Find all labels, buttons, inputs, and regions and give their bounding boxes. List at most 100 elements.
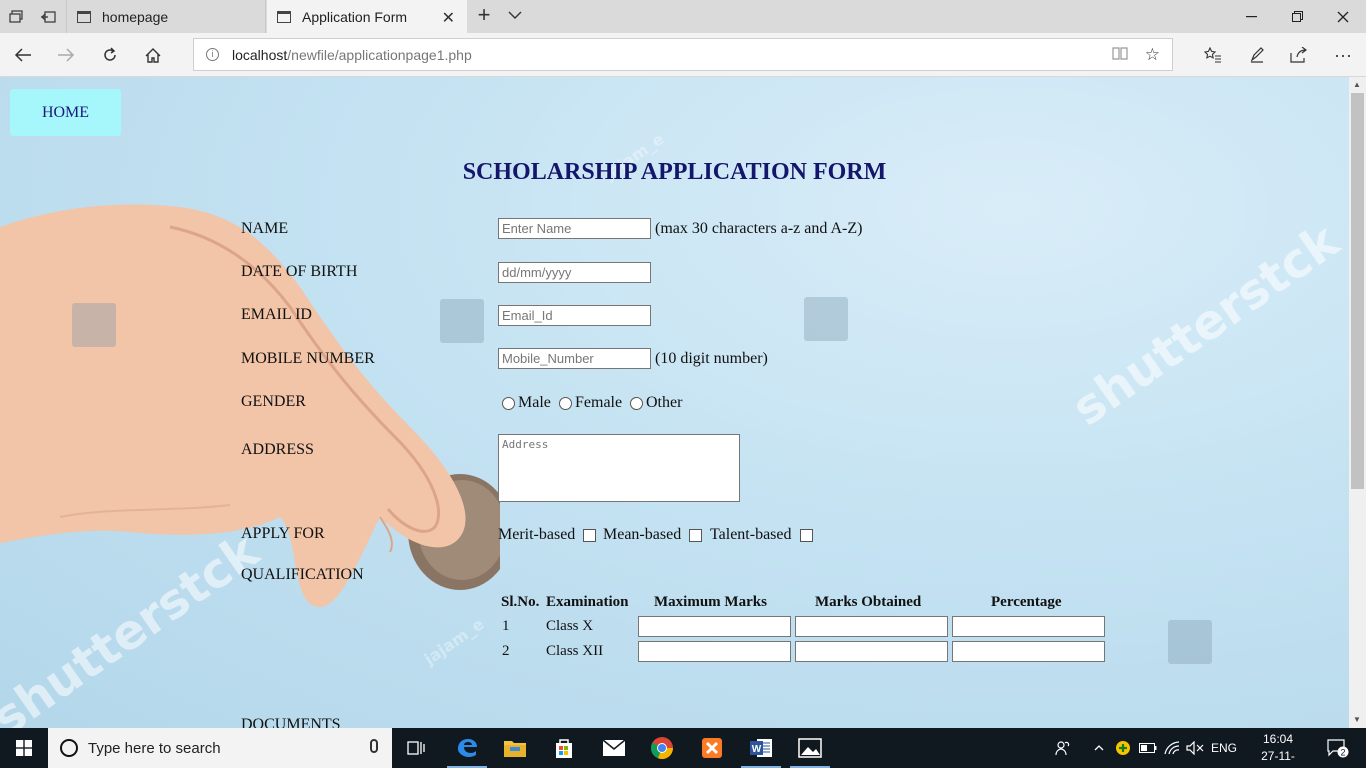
svg-text:W: W [752,744,762,755]
windows-start-icon[interactable] [0,728,48,768]
gender-option-other[interactable]: Other [630,394,682,412]
mobile-input[interactable] [498,348,651,369]
file-explorer-icon[interactable] [491,728,539,768]
class-xii-percentage-input[interactable] [952,641,1105,662]
store-icon[interactable] [540,728,588,768]
tab-homepage[interactable]: homepage [66,0,266,33]
home-icon[interactable] [135,39,171,71]
gender-option-female[interactable]: Female [559,394,622,412]
radio-button[interactable] [502,396,515,410]
edge-browser-icon[interactable] [443,728,491,768]
mail-icon[interactable] [590,728,638,768]
scrollbar-thumb[interactable] [1351,93,1364,489]
class-xii-marks-obtained-input[interactable] [795,641,948,662]
xampp-icon[interactable] [688,728,736,768]
gender-label: GENDER [241,393,306,410]
watermark-logo-icon [1168,620,1212,664]
table-cell-slno: 1 [502,618,510,634]
mobile-label: MOBILE NUMBER [241,350,375,367]
tab-label: Application Form [302,8,408,25]
table-cell-exam: Class X [546,618,594,634]
task-view-icon[interactable] [392,728,440,768]
url-text: localhost/newfile/applicationpage1.php [232,47,472,63]
battery-icon[interactable] [1137,728,1159,768]
address-textarea[interactable] [498,434,740,502]
checkbox[interactable] [799,528,813,542]
documents-label: DOCUMENTS [241,716,341,728]
taskbar-search-box[interactable]: Type here to search [48,728,392,768]
word-icon[interactable]: W [737,728,785,768]
chevron-down-icon[interactable] [505,3,525,27]
radio-button[interactable] [630,396,643,410]
back-icon[interactable] [5,39,41,71]
set-tabs-aside-icon[interactable] [32,0,64,33]
language-indicator[interactable]: ENG [1208,728,1240,768]
forward-icon[interactable] [48,39,84,71]
svg-text:2: 2 [1340,748,1345,758]
chrome-icon[interactable] [638,728,686,768]
page-scrollbar[interactable]: ▲ ▼ [1349,77,1366,728]
action-center-icon[interactable]: 2 [1320,728,1356,768]
more-icon[interactable]: ··· [1326,40,1360,70]
apply-for-label: APPLY FOR [241,525,325,542]
table-cell-exam: Class XII [546,643,604,659]
refresh-icon[interactable] [92,39,128,71]
speaker-muted-icon[interactable] [1184,728,1206,768]
radio-button[interactable] [559,396,572,410]
people-icon[interactable] [1052,728,1074,768]
class-x-percentage-input[interactable] [952,616,1105,637]
table-header: Sl.No. [501,594,540,610]
table-header: Percentage [991,594,1062,610]
gender-option-male[interactable]: Male [502,394,551,412]
url-field[interactable]: i localhost/newfile/applicationpage1.php… [193,38,1173,71]
close-window-button[interactable] [1320,0,1366,33]
page-title: SCHOLARSHIP APPLICATION FORM [462,159,887,185]
tab-application-form[interactable]: Application Form ✕ [267,0,467,33]
home-button[interactable]: HOME [10,89,121,136]
scroll-up-arrow-icon[interactable]: ▲ [1353,80,1361,89]
scroll-down-arrow-icon[interactable]: ▼ [1353,715,1361,724]
watermark-text: jajam_e [420,614,488,669]
table-header: Maximum Marks [654,594,767,610]
watermark-logo-icon [72,303,116,347]
minimize-button[interactable] [1228,0,1274,33]
tab-bar: homepage Application Form ✕ + [0,0,1366,33]
share-icon[interactable] [1282,40,1316,70]
table-header: Examination [546,594,629,610]
table-cell-slno: 2 [502,643,510,659]
cortana-icon [60,739,78,757]
info-icon[interactable]: i [206,48,219,61]
wifi-icon[interactable] [1161,728,1183,768]
class-xii-max-marks-input[interactable] [638,641,791,662]
apply-option-merit[interactable]: Merit-based [498,526,597,544]
class-x-marks-obtained-input[interactable] [795,616,948,637]
apply-option-talent[interactable]: Talent-based [710,526,813,544]
new-tab-icon[interactable]: + [472,2,496,28]
reading-view-icon[interactable] [1112,46,1128,65]
dob-input[interactable] [498,262,651,283]
name-input[interactable] [498,218,651,239]
tab-actions-icon[interactable] [0,0,32,33]
taskbar-clock[interactable]: 16:04 27-11-2019 [1248,731,1308,768]
qualification-label: QUALIFICATION [241,566,364,583]
close-tab-icon[interactable]: ✕ [442,8,455,28]
checkbox[interactable] [583,528,597,542]
class-x-max-marks-input[interactable] [638,616,791,637]
email-label: EMAIL ID [241,306,312,323]
restore-button[interactable] [1274,0,1320,33]
favorites-hub-icon[interactable] [1196,40,1230,70]
watermark-text: shutterstck [1062,212,1349,438]
watermark-logo-icon [804,297,848,341]
mobile-hint: (10 digit number) [655,350,768,367]
checkbox[interactable] [689,528,703,542]
pen-notes-icon[interactable] [1240,40,1274,70]
dob-label: DATE OF BIRTH [241,263,358,280]
apply-option-mean[interactable]: Mean-based [603,526,703,544]
photos-icon[interactable] [786,728,834,768]
email-input[interactable] [498,305,651,326]
favorite-star-icon[interactable]: ☆ [1145,45,1160,65]
page-icon [77,10,91,23]
show-hidden-icons-chevron-icon[interactable] [1090,728,1108,768]
microphone-icon[interactable] [370,739,378,753]
security-shield-icon[interactable] [1113,728,1133,768]
